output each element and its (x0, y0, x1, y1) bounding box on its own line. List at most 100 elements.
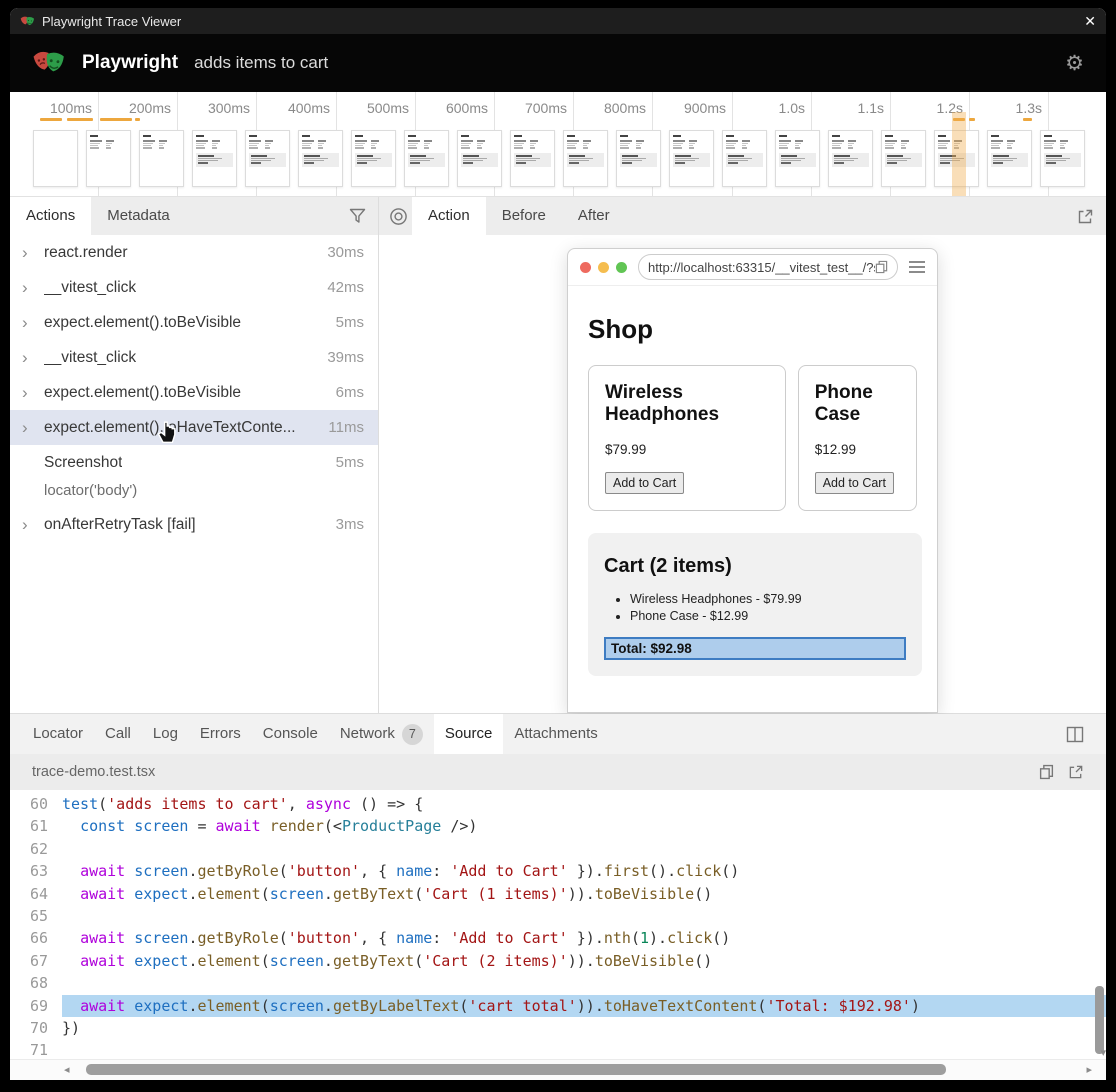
tab-errors[interactable]: Errors (189, 714, 252, 754)
tab-attachments[interactable]: Attachments (503, 714, 608, 754)
vertical-scrollbar-thumb[interactable] (1095, 986, 1104, 1054)
horizontal-scrollbar-thumb[interactable] (86, 1064, 946, 1075)
close-icon[interactable]: ✕ (1084, 14, 1096, 28)
thumb-detail (834, 162, 844, 164)
thumb-detail (1007, 140, 1015, 142)
film-strip-thumbnail[interactable] (245, 130, 290, 187)
open-external-icon[interactable] (1077, 208, 1094, 225)
thumb-detail (355, 140, 367, 142)
film-strip-thumbnail[interactable] (881, 130, 926, 187)
film-strip-thumbnail[interactable] (722, 130, 767, 187)
tab-label: Call (105, 714, 131, 754)
tab-label: Attachments (514, 714, 597, 754)
tab-call[interactable]: Call (94, 714, 142, 754)
open-source-external-icon[interactable] (1068, 764, 1084, 780)
tab-source[interactable]: Source (434, 714, 504, 754)
film-strip-thumbnail[interactable] (987, 130, 1032, 187)
tab-before[interactable]: Before (486, 197, 562, 235)
thumb-detail (567, 140, 579, 142)
product-name: Phone Case (815, 382, 900, 426)
tab-console[interactable]: Console (252, 714, 329, 754)
thumb-detail (795, 143, 801, 144)
code-token: getByRole (197, 929, 278, 947)
code-token: await (80, 952, 125, 970)
timeline[interactable]: 100ms200ms300ms400ms500ms600ms700ms800ms… (10, 92, 1106, 197)
split-view-icon[interactable] (1066, 726, 1084, 743)
horizontal-scrollbar[interactable]: ◂ ▸ ▾ (10, 1059, 1106, 1080)
code-token: name (396, 862, 432, 880)
thumb-col (991, 140, 1003, 150)
scroll-down-icon[interactable]: ▾ (1100, 1046, 1106, 1059)
film-strip-thumbnail[interactable] (86, 130, 131, 187)
thumb-detail (779, 147, 788, 149)
thumb-detail (1044, 140, 1056, 142)
thumb-detail (726, 147, 735, 149)
thumb-detail (901, 140, 909, 142)
thumb-detail (832, 135, 840, 137)
code-token: () (694, 885, 712, 903)
timeline-action-mark (1023, 118, 1032, 121)
action-row[interactable]: ›expect.element().toBeVisible6ms (10, 375, 378, 410)
add-to-cart-button[interactable]: Add to Cart (605, 472, 684, 494)
thumb-detail (212, 140, 220, 142)
chevron-right-icon: › (22, 418, 44, 438)
film-strip-thumbnail[interactable] (404, 130, 449, 187)
film-strip-thumbnail[interactable] (775, 130, 820, 187)
thumb-detail (991, 147, 1000, 149)
film-strip-thumbnail[interactable] (510, 130, 555, 187)
code-token: ( (279, 929, 288, 947)
tab-actions[interactable]: Actions (10, 197, 91, 235)
film-strip-thumbnail[interactable] (33, 130, 78, 187)
tab-after[interactable]: After (562, 197, 626, 235)
menu-icon[interactable] (909, 261, 925, 273)
code-token: test (62, 795, 98, 813)
copy-source-icon[interactable] (1039, 764, 1054, 780)
tab-network[interactable]: Network7 (329, 714, 434, 754)
target-icon[interactable] (389, 207, 408, 226)
film-strip-thumbnail[interactable] (1040, 130, 1085, 187)
action-row[interactable]: Screenshot5ms (10, 445, 378, 480)
thumb-detail (781, 155, 797, 157)
film-strip-thumbnail[interactable] (139, 130, 184, 187)
thumb-detail (1007, 143, 1013, 144)
action-row[interactable]: ›expect.element().toBeVisible5ms (10, 305, 378, 340)
film-strip-thumbnail[interactable] (192, 130, 237, 187)
code-text: const screen = await render(<ProductPage… (62, 815, 1106, 837)
thumb-products (885, 140, 922, 150)
thumb-detail (569, 158, 593, 159)
url-bar[interactable]: http://localhost:63315/__vitest_test__/?… (638, 254, 898, 280)
action-row[interactable]: ›onAfterRetryTask [fail]3ms (10, 507, 378, 542)
timeline-action-mark (135, 118, 140, 121)
timeline-tick-label: 600ms (408, 100, 488, 116)
tab-locator[interactable]: Locator (22, 714, 94, 754)
film-strip-thumbnail[interactable] (457, 130, 502, 187)
tab-action[interactable]: Action (412, 197, 486, 235)
thumb-col (726, 140, 738, 150)
settings-gear-icon[interactable]: ⚙ (1065, 53, 1084, 74)
action-row[interactable]: ›__vitest_click39ms (10, 340, 378, 375)
scroll-left-icon[interactable]: ◂ (64, 1063, 70, 1076)
action-row[interactable]: ›react.render30ms (10, 235, 378, 270)
copy-url-icon[interactable] (875, 260, 888, 274)
film-strip-thumbnail[interactable] (616, 130, 661, 187)
add-to-cart-button[interactable]: Add to Cart (815, 472, 894, 494)
scroll-right-icon[interactable]: ▸ (1086, 1063, 1092, 1076)
thumb-col (885, 140, 897, 150)
film-strip-thumbnail[interactable] (828, 130, 873, 187)
filter-icon[interactable] (349, 208, 366, 224)
tab-metadata[interactable]: Metadata (91, 197, 186, 235)
thumb-detail (106, 143, 112, 144)
film-strip-thumbnail[interactable] (669, 130, 714, 187)
thumb-detail (636, 147, 641, 149)
film-strip-thumbnail[interactable] (351, 130, 396, 187)
action-row[interactable]: ›__vitest_click42ms (10, 270, 378, 305)
code-token: 'button' (288, 862, 360, 880)
thumb-detail (1046, 162, 1056, 164)
tab-label: Source (445, 714, 493, 754)
film-strip-thumbnail[interactable] (563, 130, 608, 187)
line-number: 61 (10, 815, 62, 837)
tab-log[interactable]: Log (142, 714, 189, 754)
film-strip-thumbnail[interactable] (298, 130, 343, 187)
action-row[interactable]: ›expect.element().toHaveTextConte...11ms (10, 410, 378, 445)
code-text (62, 1039, 1106, 1059)
